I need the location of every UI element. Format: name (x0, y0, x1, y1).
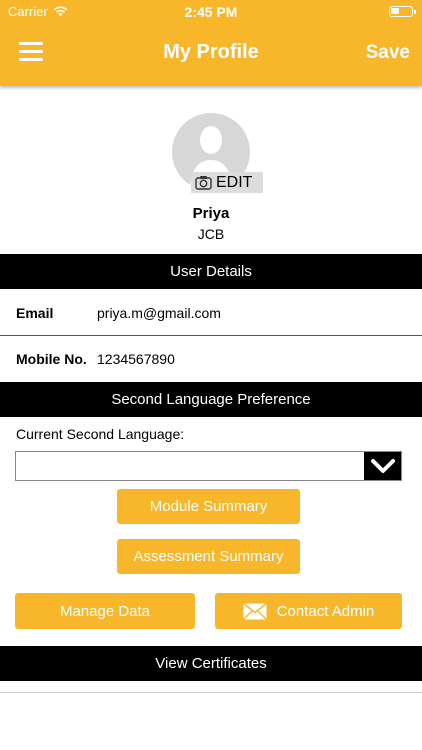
chevron-down-icon[interactable] (364, 452, 401, 480)
view-certificates-button[interactable]: View Certificates (0, 646, 422, 681)
mobile-label: Mobile No. (16, 351, 87, 367)
language-preference-header: Second Language Preference (0, 382, 422, 417)
current-language-label: Current Second Language: (16, 426, 185, 442)
edit-photo-button[interactable]: EDIT (191, 172, 263, 193)
manage-data-button[interactable]: Manage Data (15, 593, 195, 629)
edit-label: EDIT (216, 173, 253, 191)
module-summary-button[interactable]: Module Summary (117, 489, 300, 524)
divider (0, 692, 422, 693)
battery-icon (389, 6, 416, 17)
divider (0, 335, 422, 336)
mail-icon (242, 602, 267, 620)
app-header: Carrier 2:45 PM My Profile Save (0, 0, 422, 86)
status-time: 2:45 PM (184, 4, 238, 20)
email-label: Email (16, 305, 54, 321)
profile-name: Priya (192, 205, 230, 222)
contact-admin-button[interactable]: Contact Admin (215, 593, 402, 629)
mobile-value: 1234567890 (97, 351, 175, 367)
page-title: My Profile (163, 41, 259, 63)
nav-bar: My Profile Save (0, 30, 422, 78)
status-bar: Carrier 2:45 PM (0, 0, 422, 24)
user-details-header: User Details (0, 254, 422, 289)
camera-icon (195, 176, 212, 190)
contact-admin-label: Contact Admin (276, 602, 375, 620)
save-button[interactable]: Save (366, 42, 410, 64)
profile-organization: JCB (197, 226, 225, 242)
language-select[interactable] (15, 451, 402, 481)
assessment-summary-button[interactable]: Assessment Summary (117, 539, 300, 574)
email-value: priya.m@gmail.com (97, 305, 221, 321)
